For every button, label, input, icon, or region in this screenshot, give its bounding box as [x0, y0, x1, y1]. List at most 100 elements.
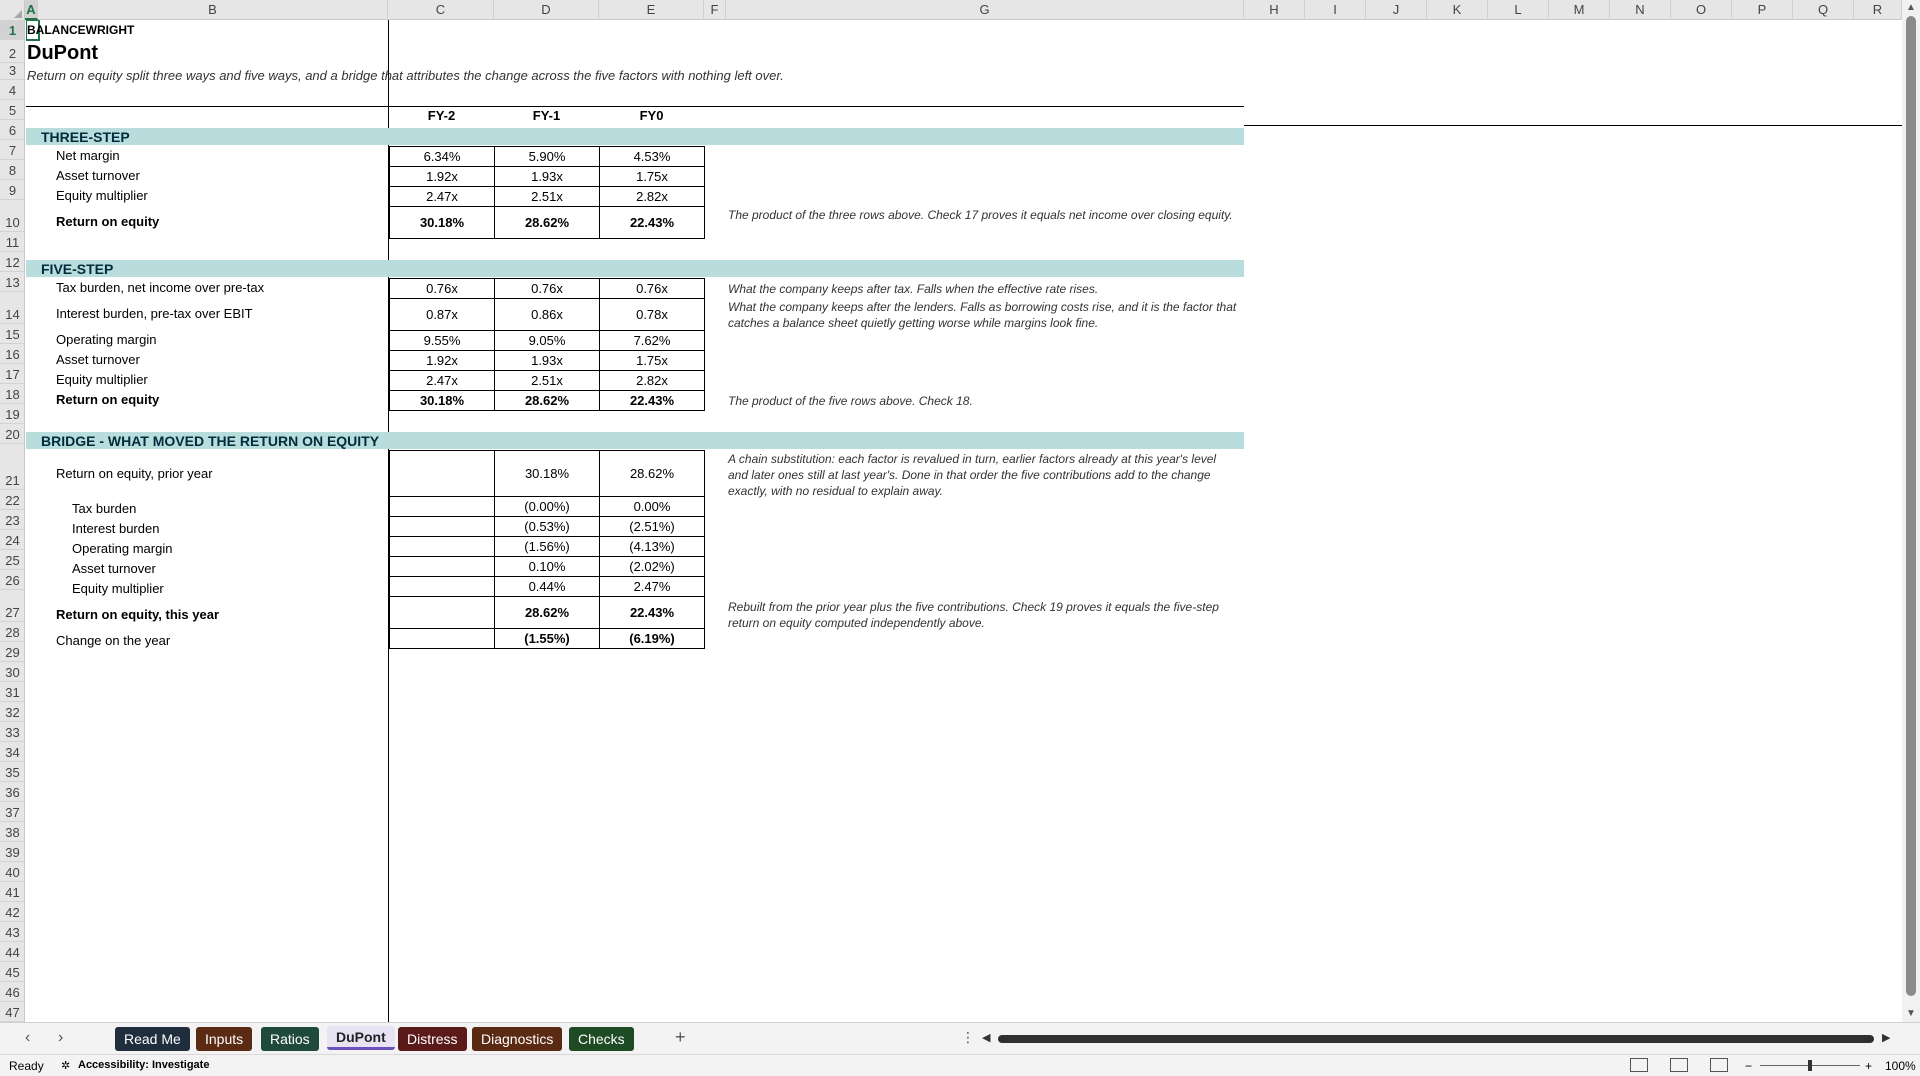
zoom-slider-thumb[interactable]	[1808, 1060, 1812, 1071]
value-cell[interactable]: 5.90%	[494, 146, 600, 167]
row-header[interactable]: 36	[0, 782, 24, 802]
value-cell[interactable]: 0.87x	[389, 298, 495, 331]
row-header[interactable]: 18	[0, 384, 24, 404]
scroll-right-icon[interactable]: ▶	[1882, 1031, 1890, 1044]
column-header-m[interactable]: M	[1549, 0, 1610, 20]
value-cell[interactable]: 2.82x	[599, 370, 705, 391]
value-cell[interactable]: (0.00%)	[494, 496, 600, 517]
row-header[interactable]: 32	[0, 702, 24, 722]
row-header[interactable]: 39	[0, 842, 24, 862]
column-header-n[interactable]: N	[1610, 0, 1671, 20]
zoom-in-icon[interactable]: +	[1865, 1059, 1872, 1073]
scroll-down-icon[interactable]: ▼	[1906, 1008, 1916, 1019]
value-cell[interactable]: (2.51%)	[599, 516, 705, 537]
row-header[interactable]: 31	[0, 682, 24, 702]
value-cell[interactable]	[389, 536, 495, 557]
value-cell[interactable]: (4.13%)	[599, 536, 705, 557]
value-cell[interactable]: 2.47x	[389, 186, 495, 207]
sheet-tab-dupont[interactable]: DuPont	[327, 1026, 395, 1050]
sheet-tab-distress[interactable]: Distress	[398, 1027, 467, 1051]
row-header[interactable]: 17	[0, 364, 24, 384]
column-header-b[interactable]: B	[38, 0, 388, 20]
column-header-h[interactable]: H	[1244, 0, 1305, 20]
row-header[interactable]: 20	[0, 424, 24, 444]
row-header[interactable]: 12	[0, 252, 24, 272]
column-header-r[interactable]: R	[1854, 0, 1902, 20]
row-header[interactable]: 43	[0, 922, 24, 942]
more-options-icon[interactable]: ⋮	[961, 1029, 975, 1046]
row-header[interactable]: 47	[0, 1002, 24, 1022]
value-cell[interactable]: (0.53%)	[494, 516, 600, 537]
value-cell[interactable]: 2.82x	[599, 186, 705, 207]
row-header[interactable]: 16	[0, 344, 24, 364]
sheet-tab-checks[interactable]: Checks	[569, 1027, 634, 1051]
accessibility-status[interactable]: Accessibility: Investigate	[78, 1059, 209, 1071]
row-header[interactable]: 19	[0, 404, 24, 424]
select-all-button[interactable]	[0, 0, 25, 20]
column-header-o[interactable]: O	[1671, 0, 1732, 20]
row-header[interactable]: 41	[0, 882, 24, 902]
row-header[interactable]: 3	[0, 63, 24, 80]
sheet-tab-inputs[interactable]: Inputs	[196, 1027, 253, 1051]
column-header-d[interactable]: D	[494, 0, 599, 20]
row-header[interactable]: 22	[0, 490, 24, 510]
value-cell[interactable]	[389, 556, 495, 577]
value-cell-total[interactable]: 22.43%	[599, 206, 705, 239]
value-cell[interactable]: (1.56%)	[494, 536, 600, 557]
value-cell[interactable]: 28.62%	[599, 450, 705, 497]
value-cell[interactable]: 0.00%	[599, 496, 705, 517]
normal-view-icon[interactable]	[1630, 1058, 1648, 1072]
row-header[interactable]: 40	[0, 862, 24, 882]
value-cell[interactable]: 1.92x	[389, 166, 495, 187]
sheet-tab-read-me[interactable]: Read Me	[115, 1027, 190, 1051]
value-cell[interactable]: 0.76x	[494, 278, 600, 299]
scroll-left-icon[interactable]: ◀	[982, 1031, 990, 1044]
row-header[interactable]: 26	[0, 570, 24, 590]
value-cell[interactable]	[389, 576, 495, 597]
value-cell[interactable]: 2.51x	[494, 186, 600, 207]
value-cell[interactable]: 2.47x	[389, 370, 495, 391]
value-cell[interactable]	[389, 628, 495, 649]
row-header[interactable]: 1	[0, 20, 24, 40]
column-header-g[interactable]: G	[726, 0, 1244, 20]
value-cell[interactable]: 9.55%	[389, 330, 495, 351]
row-header[interactable]: 46	[0, 982, 24, 1002]
row-header[interactable]: 11	[0, 232, 24, 252]
row-header[interactable]: 13	[0, 272, 24, 292]
accessibility-icon[interactable]: ✲	[61, 1059, 70, 1072]
next-sheet-icon[interactable]: ›	[58, 1029, 63, 1047]
column-header-a[interactable]: A	[25, 0, 38, 20]
horizontal-scrollbar[interactable]: ◀ ▶	[982, 1032, 1894, 1046]
value-cell[interactable]: 0.76x	[389, 278, 495, 299]
row-header[interactable]: 45	[0, 962, 24, 982]
page-layout-view-icon[interactable]	[1670, 1058, 1688, 1072]
value-cell[interactable]	[389, 496, 495, 517]
zoom-level[interactable]: 100%	[1885, 1059, 1916, 1073]
value-cell[interactable]: 0.78x	[599, 298, 705, 331]
horizontal-scroll-thumb[interactable]	[998, 1035, 1874, 1043]
value-cell-total[interactable]: 22.43%	[599, 390, 705, 411]
column-header-f[interactable]: F	[704, 0, 726, 20]
row-header[interactable]: 37	[0, 802, 24, 822]
zoom-out-icon[interactable]: −	[1745, 1059, 1752, 1073]
value-cell-total[interactable]: 28.62%	[494, 596, 600, 629]
value-cell[interactable]: 1.75x	[599, 166, 705, 187]
row-header[interactable]: 23	[0, 510, 24, 530]
value-cell[interactable]: 1.75x	[599, 350, 705, 371]
row-header[interactable]: 30	[0, 662, 24, 682]
row-header[interactable]: 8	[0, 160, 24, 180]
value-cell[interactable]: (1.55%)	[494, 628, 600, 649]
page-break-view-icon[interactable]	[1710, 1058, 1728, 1072]
row-header[interactable]: 29	[0, 642, 24, 662]
row-header[interactable]: 44	[0, 942, 24, 962]
row-header[interactable]: 4	[0, 80, 24, 100]
row-header[interactable]: 9	[0, 180, 24, 200]
value-cell-total[interactable]	[389, 596, 495, 629]
column-header-q[interactable]: Q	[1793, 0, 1854, 20]
value-cell[interactable]: 6.34%	[389, 146, 495, 167]
row-header[interactable]: 27	[0, 590, 24, 622]
prev-sheet-icon[interactable]: ‹	[25, 1029, 30, 1047]
value-cell[interactable]: 0.44%	[494, 576, 600, 597]
column-header-i[interactable]: I	[1305, 0, 1366, 20]
column-header-e[interactable]: E	[599, 0, 704, 20]
